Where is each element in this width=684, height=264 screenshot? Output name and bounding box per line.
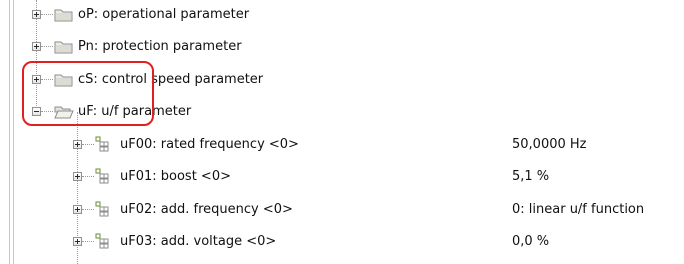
expand-plus-icon[interactable] [73,140,82,149]
parameter-icon [95,168,109,184]
param-row-uf02[interactable]: uF02: add. frequency <0> 0: linear u/f f… [0,199,684,223]
param-value: 5,1 % [512,169,550,184]
folder-open-icon [54,106,74,119]
expand-plus-icon[interactable] [73,237,82,246]
parameter-icon [95,201,109,217]
param-label: uF02: add. frequency <0> [120,202,293,217]
tree-item-label: oP: operational parameter [78,7,250,22]
expand-plus-icon[interactable] [32,75,41,84]
expand-plus-icon[interactable] [32,10,41,19]
folder-closed-icon [54,41,73,54]
param-label: uF03: add. voltage <0> [120,234,277,249]
tree-item-label: cS: control speed parameter [78,72,264,87]
param-row-uf03[interactable]: uF03: add. voltage <0> 0,0 % [0,231,684,255]
parameter-icon [95,233,109,249]
tree-connector [41,46,53,47]
param-label: uF00: rated frequency <0> [120,137,299,152]
tree-connector [82,209,94,210]
folder-closed-icon [54,9,73,22]
folder-closed-icon [54,74,73,87]
tree-connector [82,241,94,242]
param-row-uf01[interactable]: uF01: boost <0> 5,1 % [0,166,684,190]
param-row-uf00[interactable]: uF00: rated frequency <0> 50,0000 Hz [0,134,684,158]
param-value: 0,0 % [512,234,550,249]
tree-item-pn[interactable]: Pn: protection parameter [0,36,684,60]
tree-item-uf[interactable]: uF: u/f parameter [0,101,684,125]
tree-item-label: uF: u/f parameter [78,104,192,119]
parameter-tree: oP: operational parameter Pn: protection… [0,0,684,264]
tree-connector [82,176,94,177]
param-label: uF01: boost <0> [120,169,231,184]
tree-connector [41,111,53,112]
tree-connector [41,79,53,80]
expand-plus-icon[interactable] [73,205,82,214]
collapse-minus-icon[interactable] [32,107,41,116]
param-value: 0: linear u/f function [512,202,645,217]
param-value: 50,0000 Hz [512,137,587,152]
tree-item-op[interactable]: oP: operational parameter [0,4,684,28]
parameter-icon [95,136,109,152]
tree-item-cs[interactable]: cS: control speed parameter [0,69,684,93]
expand-plus-icon[interactable] [32,42,41,51]
tree-item-label: Pn: protection parameter [78,39,242,54]
expand-plus-icon[interactable] [73,172,82,181]
tree-connector [82,144,94,145]
tree-connector [41,14,53,15]
